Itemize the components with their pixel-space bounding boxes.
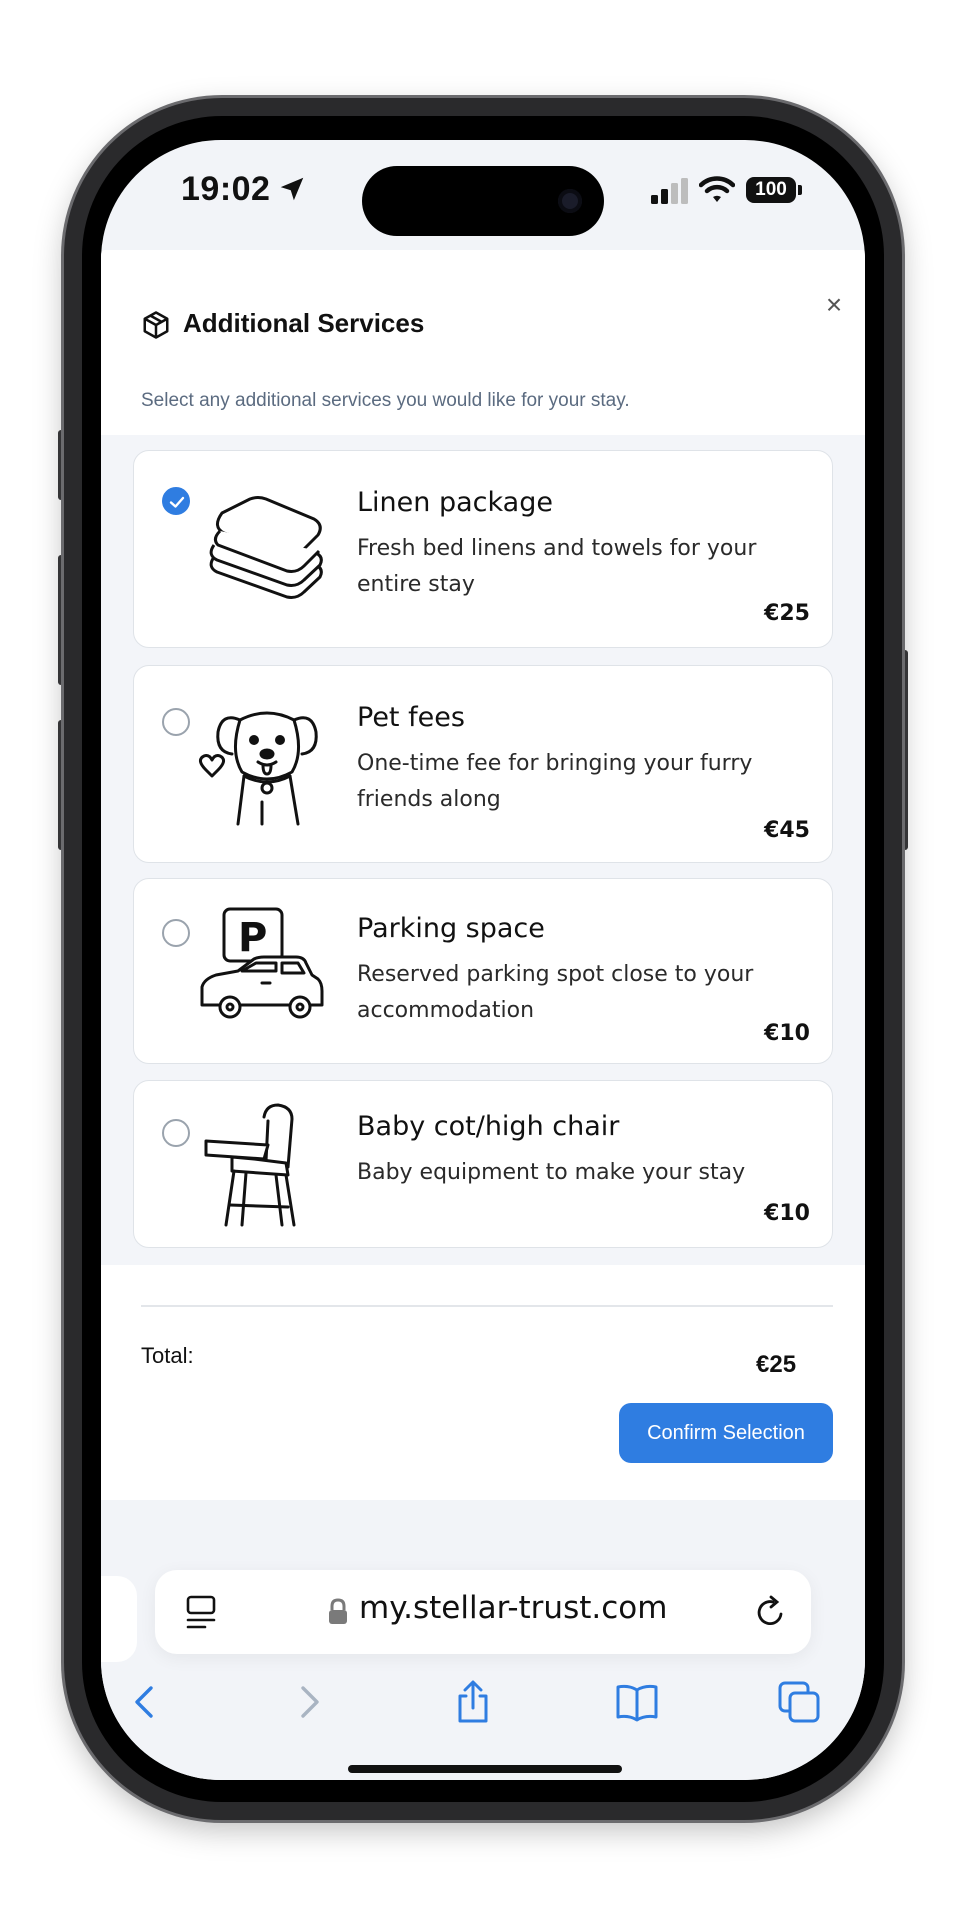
- package-icon: [143, 311, 169, 339]
- service-description: Baby equipment to make your stay: [357, 1160, 746, 1185]
- status-time: 19:02: [181, 170, 271, 208]
- towels-icon: [209, 496, 323, 599]
- phone-screen: 19:02 100 Additional Services × Select a…: [101, 140, 865, 1780]
- service-list: Linen package Fresh bed linens and towel…: [101, 435, 865, 1265]
- checkbox-parking[interactable]: [162, 919, 190, 947]
- high-chair-icon: [204, 1103, 296, 1227]
- service-price: €10: [764, 1201, 810, 1226]
- battery-nub: [798, 185, 802, 195]
- camera-icon: [558, 189, 582, 213]
- checkmark-icon: [169, 496, 185, 508]
- previous-tab-preview[interactable]: [101, 1576, 137, 1662]
- service-card-parking[interactable]: P Parking space Reserved parking spot cl…: [133, 878, 833, 1064]
- url-text: my.stellar-trust.com: [359, 1590, 668, 1626]
- battery-indicator: 100: [746, 177, 796, 203]
- service-title: Parking space: [357, 913, 545, 944]
- total-label: Total:: [141, 1343, 194, 1368]
- dynamic-island: [362, 166, 604, 236]
- service-card-pet[interactable]: Pet fees One-time fee for bringing your …: [133, 665, 833, 863]
- divider: [141, 1305, 833, 1307]
- cellular-signal-icon: [651, 178, 688, 204]
- svg-text:P: P: [238, 915, 267, 961]
- location-arrow-icon: [280, 177, 304, 201]
- service-description: Fresh bed linens and towels for your ent…: [357, 536, 757, 597]
- service-price: €25: [764, 601, 810, 626]
- reload-icon[interactable]: [753, 1594, 789, 1630]
- total-value: €25: [756, 1351, 797, 1378]
- service-price: €10: [764, 1021, 810, 1046]
- browser-toolbar: my.stellar-trust.com: [101, 1530, 865, 1780]
- service-price: €45: [764, 818, 810, 843]
- wifi-icon: [699, 176, 735, 202]
- status-bar: 19:02 100: [101, 140, 865, 250]
- modal-header: Additional Services × Select any additio…: [101, 250, 865, 435]
- checkbox-pet[interactable]: [162, 708, 190, 736]
- service-title: Linen package: [357, 487, 553, 518]
- forward-icon[interactable]: [287, 1680, 331, 1724]
- tabs-icon[interactable]: [777, 1680, 821, 1724]
- share-icon[interactable]: [451, 1680, 495, 1724]
- modal-title: Additional Services: [183, 308, 425, 338]
- parking-car-icon: P: [200, 907, 324, 1019]
- service-title: Pet fees: [357, 702, 465, 733]
- home-indicator[interactable]: [348, 1765, 622, 1773]
- service-title: Baby cot/high chair: [357, 1111, 620, 1142]
- bookmarks-icon[interactable]: [615, 1680, 659, 1724]
- checkbox-linen[interactable]: [162, 487, 190, 515]
- dog-icon: [199, 711, 318, 826]
- modal-subtitle: Select any additional services you would…: [141, 390, 630, 411]
- service-card-baby[interactable]: Baby cot/high chair Baby equipment to ma…: [133, 1080, 833, 1248]
- close-icon[interactable]: ×: [819, 290, 849, 320]
- reader-mode-icon[interactable]: [185, 1594, 219, 1630]
- modal-footer: Total: €25 Confirm Selection: [101, 1265, 865, 1500]
- confirm-selection-button[interactable]: Confirm Selection: [619, 1403, 833, 1463]
- checkbox-baby[interactable]: [162, 1119, 190, 1147]
- service-card-linen[interactable]: Linen package Fresh bed linens and towel…: [133, 450, 833, 648]
- address-bar[interactable]: my.stellar-trust.com: [155, 1570, 811, 1654]
- back-icon[interactable]: [125, 1680, 169, 1724]
- service-description: One-time fee for bringing your furry fri…: [357, 751, 753, 812]
- service-description: Reserved parking spot close to your acco…: [357, 962, 754, 1023]
- lock-icon: [329, 1598, 347, 1624]
